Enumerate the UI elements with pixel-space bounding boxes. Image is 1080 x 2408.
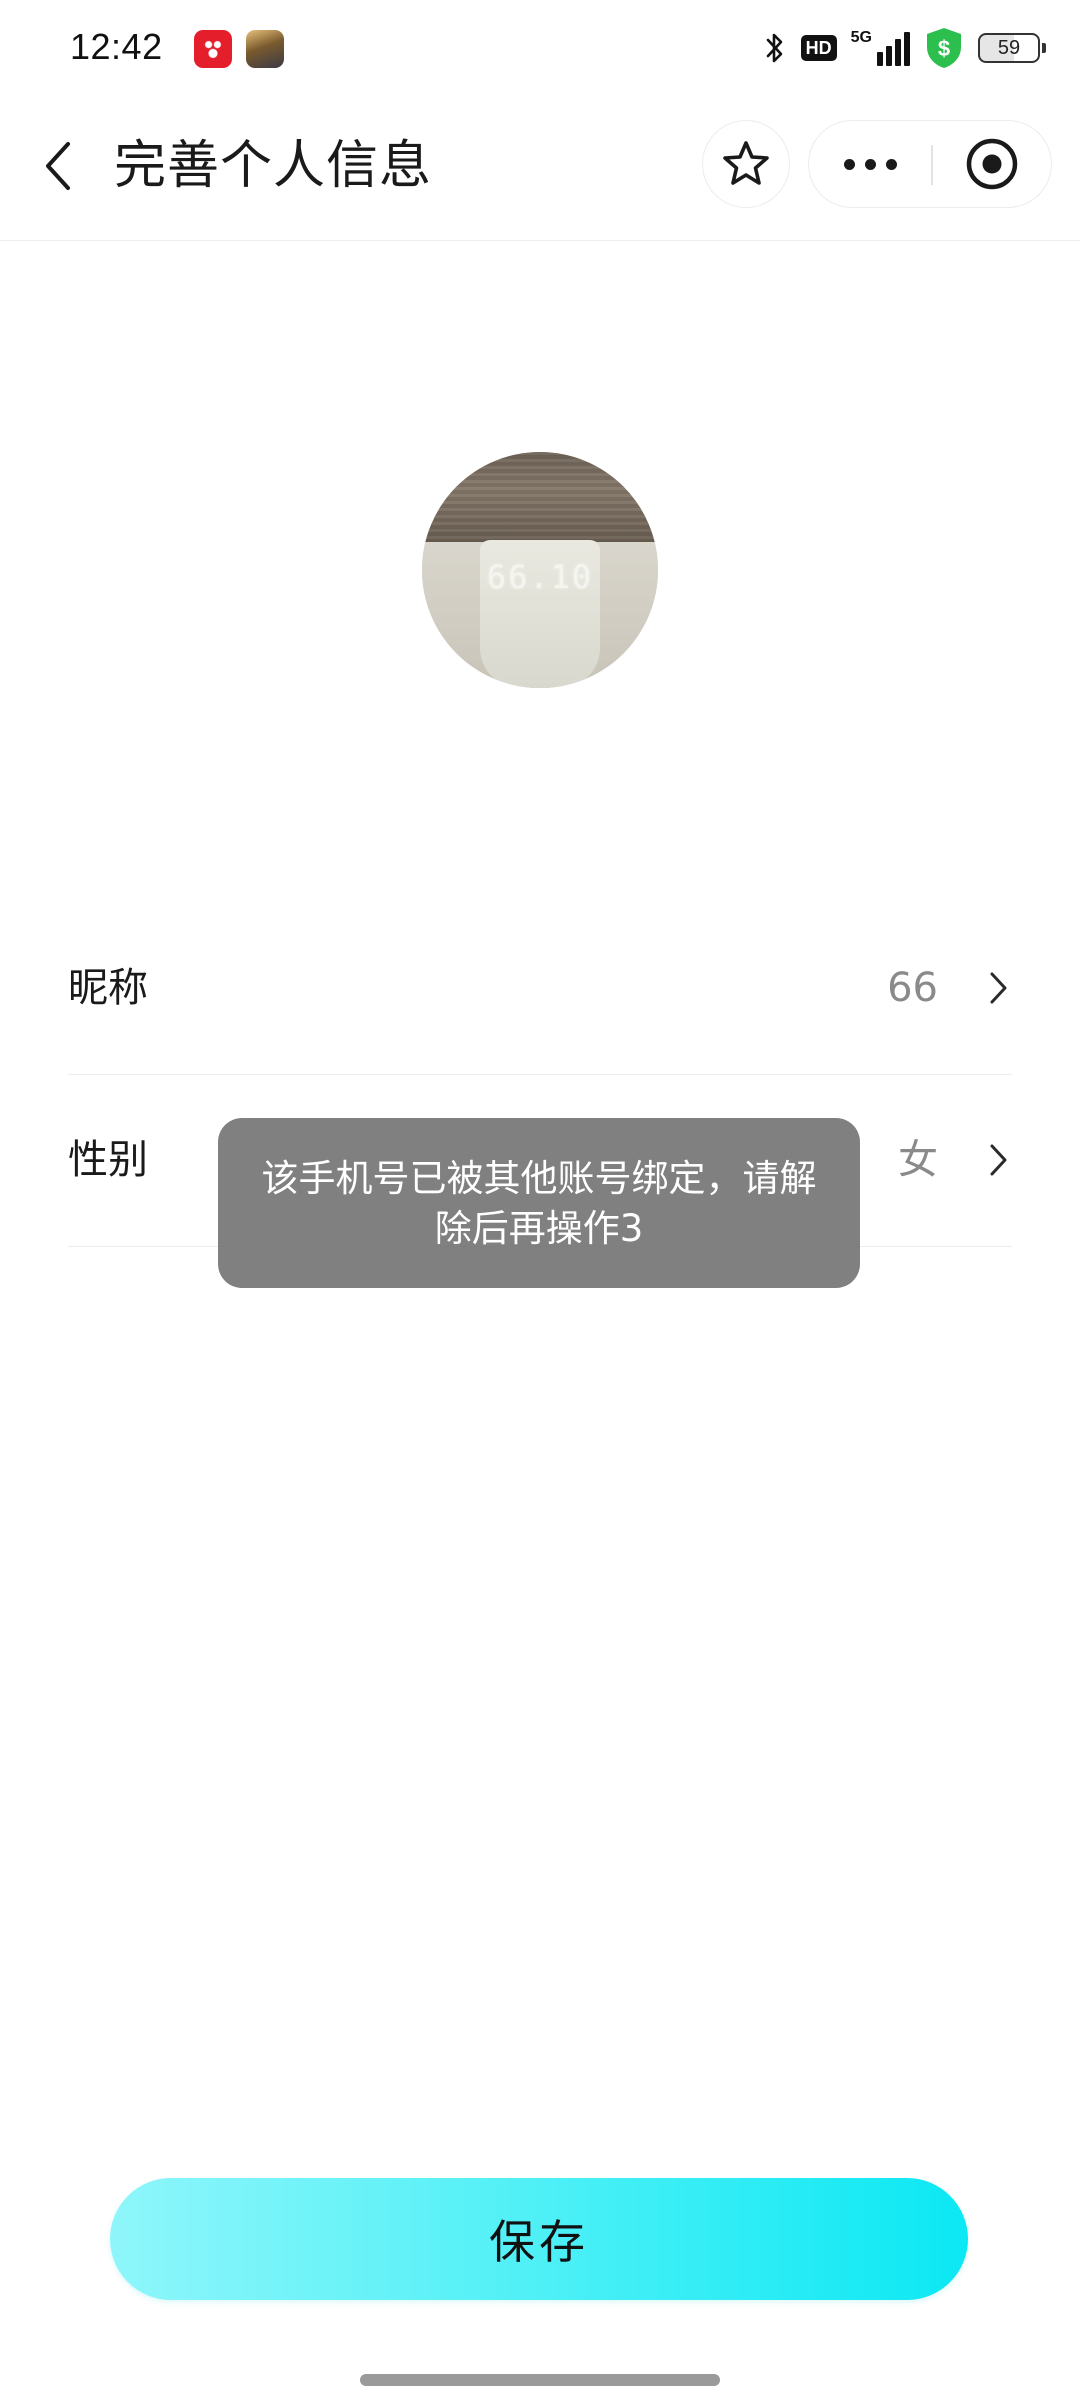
gender-label: 性别 xyxy=(68,1137,148,1183)
chevron-left-icon xyxy=(46,142,70,190)
save-label: 保存 xyxy=(489,2215,589,2269)
security-shield-icon: $ xyxy=(927,28,961,68)
nickname-row[interactable]: 昵称 66 xyxy=(68,902,1012,1075)
error-toast: 该手机号已被其他账号绑定，请解除后再操作3 xyxy=(218,1118,860,1288)
nav-bar: 完善个人信息 xyxy=(0,96,1080,241)
status-time: 12:42 xyxy=(70,26,163,67)
more-button[interactable] xyxy=(809,121,931,207)
hd-badge: HD xyxy=(800,35,837,61)
save-button[interactable]: 保存 xyxy=(110,2178,968,2300)
favorite-button[interactable] xyxy=(702,120,790,208)
battery-icon: 59 xyxy=(978,33,1046,63)
gender-value: 女 xyxy=(898,1137,938,1183)
game-icon xyxy=(246,30,284,68)
network-type: 5G xyxy=(850,29,872,46)
chevron-right-icon xyxy=(990,1144,1007,1176)
nickname-value: 66 xyxy=(887,965,938,1011)
close-mini-program-button[interactable] xyxy=(933,121,1051,207)
nickname-label: 昵称 xyxy=(68,965,148,1011)
page-title: 完善个人信息 xyxy=(114,136,433,196)
mini-program-capsule xyxy=(808,120,1052,208)
toast-message: 该手机号已被其他账号绑定，请解除后再操作3 xyxy=(261,1157,817,1250)
home-indicator[interactable] xyxy=(360,2374,720,2386)
bluetooth-icon xyxy=(766,33,782,63)
avatar-scale-readout: 66.10 xyxy=(486,558,594,596)
chevron-right-icon xyxy=(990,972,1007,1004)
pinduoduo-icon xyxy=(194,30,232,68)
avatar[interactable]: 66.10 xyxy=(422,452,658,688)
star-icon xyxy=(723,141,769,185)
status-indicators: HD 5G $ 59 xyxy=(763,24,1046,72)
signal-icon: 5G xyxy=(851,30,910,66)
status-bar: 12:42 HD 5G $ 59 xyxy=(0,0,1080,96)
battery-level: 59 xyxy=(997,36,1021,59)
more-icon xyxy=(843,158,855,170)
target-close-icon xyxy=(966,138,1018,190)
back-button[interactable] xyxy=(30,134,86,198)
svg-text:$: $ xyxy=(938,36,950,61)
